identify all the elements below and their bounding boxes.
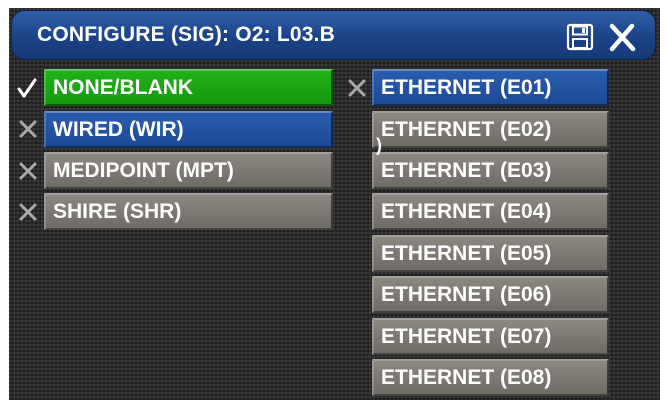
option-ethernet-e06[interactable]: ETHERNET (E06) — [372, 276, 609, 313]
stray-glyph: ) — [376, 135, 382, 155]
checkmark-icon — [17, 78, 37, 98]
option-ethernet-e05[interactable]: ETHERNET (E05) — [372, 235, 609, 272]
option-ethernet-e04[interactable]: ETHERNET (E04) — [372, 193, 609, 230]
option-ethernet-e07[interactable]: ETHERNET (E07) — [372, 318, 609, 355]
x-mark-icon — [19, 203, 37, 221]
save-icon[interactable] — [565, 22, 595, 52]
x-mark-icon — [19, 120, 37, 138]
option-shire[interactable]: SHIRE (SHR) — [44, 193, 333, 230]
option-ethernet-e02[interactable]: ETHERNET (E02) — [372, 111, 609, 148]
option-ethernet-e08[interactable]: ETHERNET (E08) — [372, 359, 609, 396]
x-mark-icon — [348, 79, 366, 97]
option-none-blank[interactable]: NONE/BLANK — [44, 69, 333, 106]
option-wired[interactable]: WIRED (WIR) — [44, 111, 333, 148]
option-ethernet-e03[interactable]: ETHERNET (E03) — [372, 152, 609, 189]
close-icon[interactable] — [607, 22, 637, 52]
dialog-title: CONFIGURE (SIG): O2: L03.B — [37, 23, 336, 46]
title-bar: CONFIGURE (SIG): O2: L03.B — [11, 10, 656, 60]
option-ethernet-e01[interactable]: ETHERNET (E01) — [372, 69, 609, 106]
top-strip — [0, 0, 668, 8]
x-mark-icon — [19, 162, 37, 180]
option-medipoint[interactable]: MEDIPOINT (MPT) — [44, 152, 333, 189]
